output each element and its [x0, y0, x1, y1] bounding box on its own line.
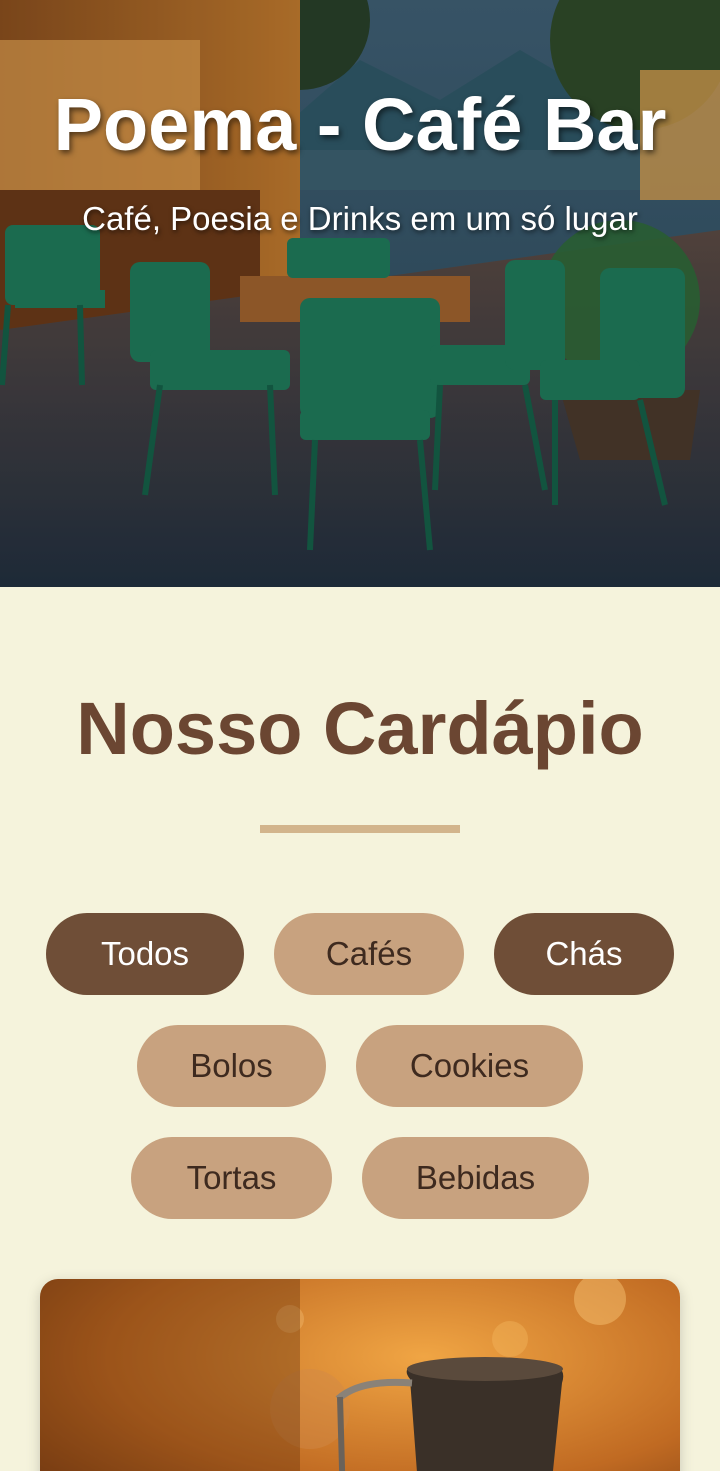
site-title: Poema - Café Bar	[53, 82, 667, 166]
menu-item-card[interactable]	[40, 1279, 680, 1471]
filter-cookies-button[interactable]: Cookies	[356, 1025, 583, 1107]
title-divider	[260, 825, 460, 833]
filter-chas-button[interactable]: Chás	[494, 913, 674, 995]
filter-bebidas-button[interactable]: Bebidas	[362, 1137, 589, 1219]
filter-todos-button[interactable]: Todos	[46, 913, 244, 995]
filter-tortas-button[interactable]: Tortas	[131, 1137, 332, 1219]
menu-section: Nosso Cardápio Todos Cafés Chás Bolos Co…	[0, 587, 720, 1471]
site-subtitle: Café, Poesia e Drinks em um só lugar	[82, 200, 638, 237]
menu-title: Nosso Cardápio	[76, 687, 644, 770]
filter-cafes-button[interactable]: Cafés	[274, 913, 464, 995]
hero-banner: Poema - Café Bar Café, Poesia e Drinks e…	[0, 0, 720, 587]
coffee-pot-image	[40, 1279, 680, 1471]
filter-bolos-button[interactable]: Bolos	[137, 1025, 326, 1107]
